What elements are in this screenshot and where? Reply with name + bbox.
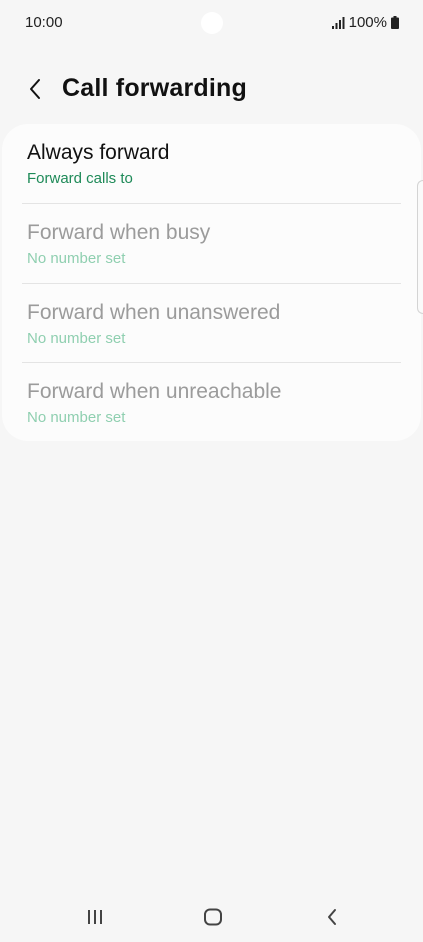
item-title: Forward when unreachable	[27, 380, 282, 403]
status-indicators: 100%	[331, 14, 399, 31]
signal-icon	[331, 16, 345, 29]
back-button[interactable]	[20, 74, 50, 104]
home-button[interactable]	[193, 901, 233, 933]
item-subtitle: No number set	[27, 250, 126, 267]
page-title: Call forwarding	[62, 74, 247, 102]
status-time: 10:00	[25, 14, 63, 31]
item-title: Forward when busy	[27, 221, 211, 244]
navigation-bar	[0, 893, 423, 942]
status-bar: 10:00 100%	[0, 0, 423, 46]
item-subtitle: No number set	[27, 409, 126, 426]
list-item-always-forward[interactable]: Always forward Forward calls to	[2, 124, 421, 203]
recent-apps-icon	[88, 910, 102, 924]
list-item-forward-when-unreachable[interactable]: Forward when unreachable No number set	[2, 363, 421, 442]
home-icon	[204, 908, 222, 926]
item-title: Always forward	[27, 141, 170, 164]
item-title: Forward when unanswered	[27, 301, 281, 324]
app-header: Call forwarding	[0, 60, 423, 116]
item-subtitle: Forward calls to	[27, 170, 133, 187]
chevron-left-icon	[30, 79, 40, 99]
list-item-forward-when-unanswered[interactable]: Forward when unanswered No number set	[2, 284, 421, 363]
item-subtitle: No number set	[27, 330, 126, 347]
back-icon	[328, 909, 336, 925]
camera-cutout	[201, 12, 223, 34]
recent-apps-button[interactable]	[75, 901, 115, 933]
battery-percentage: 100%	[348, 14, 387, 31]
forwarding-options-card: Always forward Forward calls to Forward …	[2, 124, 421, 441]
list-item-forward-when-busy[interactable]: Forward when busy No number set	[2, 204, 421, 283]
battery-icon	[391, 16, 399, 29]
nav-back-button[interactable]	[312, 901, 352, 933]
scrollbar[interactable]	[417, 180, 423, 314]
